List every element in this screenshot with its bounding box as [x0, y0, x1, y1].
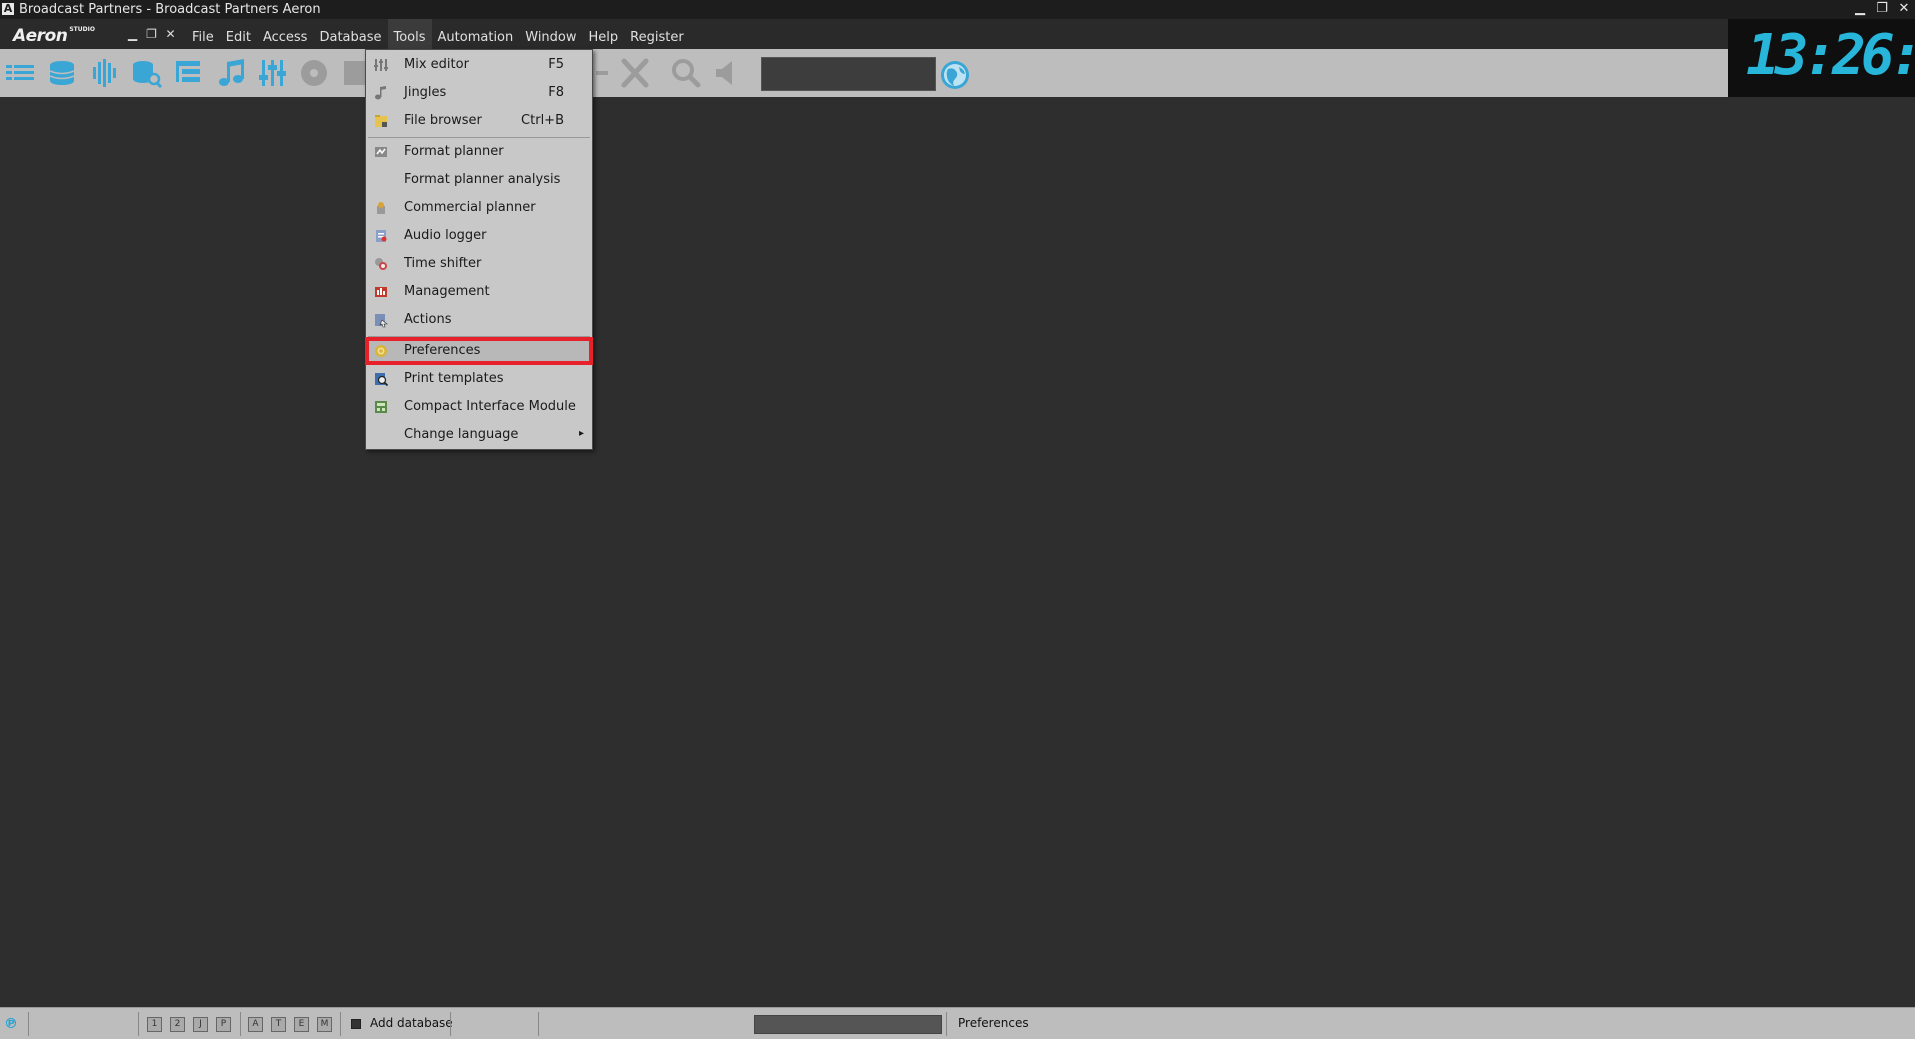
folder-icon	[373, 113, 389, 129]
disc-icon[interactable]	[296, 57, 332, 89]
menu-automation[interactable]: Automation	[432, 19, 520, 49]
status-bar: ℗ 1 2 J P A T E M Add database Preferenc…	[0, 1007, 1915, 1039]
status-key-a[interactable]: A	[248, 1017, 263, 1032]
status-key-m[interactable]: M	[317, 1017, 332, 1032]
print-icon	[373, 371, 389, 387]
submenu-arrow-icon: ▸	[578, 428, 584, 439]
restore-icon[interactable]: ❐	[1871, 0, 1893, 19]
mix-editor-icon	[373, 57, 389, 73]
status-key-t[interactable]: T	[271, 1017, 286, 1032]
delete-icon[interactable]	[617, 57, 653, 89]
menu-database[interactable]: Database	[313, 19, 387, 49]
title-bar: A Broadcast Partners - Broadcast Partner…	[0, 0, 1915, 19]
globe-icon[interactable]	[939, 59, 971, 91]
close-icon[interactable]: ✕	[1893, 0, 1915, 19]
menu-item-commercial-planner[interactable]: Commercial planner	[366, 195, 592, 221]
status-divider	[946, 1012, 947, 1036]
status-progress-bar	[754, 1015, 942, 1034]
app-icon: A	[2, 2, 14, 15]
menu-access[interactable]: Access	[257, 19, 314, 49]
menu-bar: Aeron STUDIO ▁ ❐ ✕ File Edit Access Datab…	[0, 19, 1728, 49]
menu-edit[interactable]: Edit	[220, 19, 257, 49]
playlist-icon[interactable]	[2, 57, 38, 89]
clock-display: 13:26:03	[1728, 19, 1915, 97]
status-divider	[538, 1012, 539, 1036]
waveform-icon[interactable]	[86, 57, 122, 89]
status-key-1[interactable]: 1	[147, 1017, 162, 1032]
add-database-label[interactable]: Add database	[370, 1016, 453, 1030]
menu-register[interactable]: Register	[624, 19, 690, 49]
format-planner-icon	[373, 144, 389, 160]
menu-item-actions[interactable]: Actions	[366, 307, 592, 333]
gear-icon	[373, 343, 389, 359]
management-icon	[373, 284, 389, 300]
menu-item-change-language[interactable]: Change language ▸	[366, 422, 592, 448]
tools-dropdown-menu: Mix editor F5 Jingles F8 File browser Ct…	[365, 49, 593, 450]
workspace	[0, 97, 1915, 1007]
search-icon[interactable]	[668, 57, 704, 89]
app-status-icon: ℗	[4, 1016, 18, 1032]
toolbar	[0, 49, 1728, 97]
note-icon	[373, 85, 389, 101]
mdi-minimize-icon[interactable]: ▁	[126, 28, 139, 41]
menu-item-print-templates[interactable]: Print templates	[366, 366, 592, 392]
menu-help[interactable]: Help	[583, 19, 625, 49]
menu-item-mix-editor[interactable]: Mix editor F5	[366, 52, 592, 78]
status-key-2[interactable]: 2	[170, 1017, 185, 1032]
commercial-icon	[373, 200, 389, 216]
menu-window[interactable]: Window	[519, 19, 582, 49]
music-note-icon[interactable]	[212, 57, 248, 89]
window-title: Broadcast Partners - Broadcast Partners …	[19, 2, 321, 17]
hierarchy-icon[interactable]	[170, 57, 206, 89]
menu-item-format-planner[interactable]: Format planner	[366, 139, 592, 165]
status-divider	[240, 1012, 241, 1036]
menu-separator	[368, 336, 590, 337]
menu-item-jingles[interactable]: Jingles F8	[366, 80, 592, 106]
minimize-icon[interactable]: ▁	[1849, 0, 1871, 19]
window-controls: ▁ ❐ ✕	[1849, 0, 1915, 19]
menu-item-time-shifter[interactable]: Time shifter	[366, 251, 592, 277]
app-window: A Broadcast Partners - Broadcast Partner…	[0, 0, 1915, 1039]
time-shifter-icon	[373, 256, 389, 272]
menu-item-management[interactable]: Management	[366, 279, 592, 305]
actions-icon	[373, 312, 389, 328]
menu-item-format-planner-analysis[interactable]: Format planner analysis	[366, 167, 592, 193]
menu-item-audio-logger[interactable]: Audio logger	[366, 223, 592, 249]
compact-icon	[373, 399, 389, 415]
menus: File Edit Access Database Tools Automati…	[186, 19, 690, 49]
audio-logger-icon	[373, 228, 389, 244]
menu-file[interactable]: File	[186, 19, 220, 49]
database-search-icon[interactable]	[128, 57, 164, 89]
speaker-icon[interactable]	[710, 57, 756, 89]
status-divider	[28, 1012, 29, 1036]
status-key-e[interactable]: E	[294, 1017, 309, 1032]
status-message: Preferences	[958, 1016, 1029, 1030]
add-database-indicator[interactable]	[351, 1019, 361, 1029]
menu-separator	[368, 137, 590, 138]
status-key-p[interactable]: P	[216, 1017, 231, 1032]
status-divider	[340, 1012, 341, 1036]
database-icon[interactable]	[44, 57, 80, 89]
mdi-restore-icon[interactable]: ❐	[145, 28, 158, 41]
menu-tools[interactable]: Tools	[387, 19, 432, 49]
mdi-controls: ▁ ❐ ✕	[126, 28, 177, 41]
mixer-icon[interactable]	[254, 57, 290, 89]
aeron-logo: Aeron STUDIO	[13, 26, 95, 46]
status-divider	[450, 1012, 451, 1036]
menu-item-file-browser[interactable]: File browser Ctrl+B	[366, 108, 592, 134]
menu-item-preferences[interactable]: Preferences	[365, 337, 593, 365]
status-divider	[138, 1012, 139, 1036]
mdi-close-icon[interactable]: ✕	[164, 28, 177, 41]
status-key-j[interactable]: J	[193, 1017, 208, 1032]
toolbar-search-field[interactable]	[761, 57, 936, 91]
menu-item-compact-interface-module[interactable]: Compact Interface Module	[366, 394, 592, 420]
